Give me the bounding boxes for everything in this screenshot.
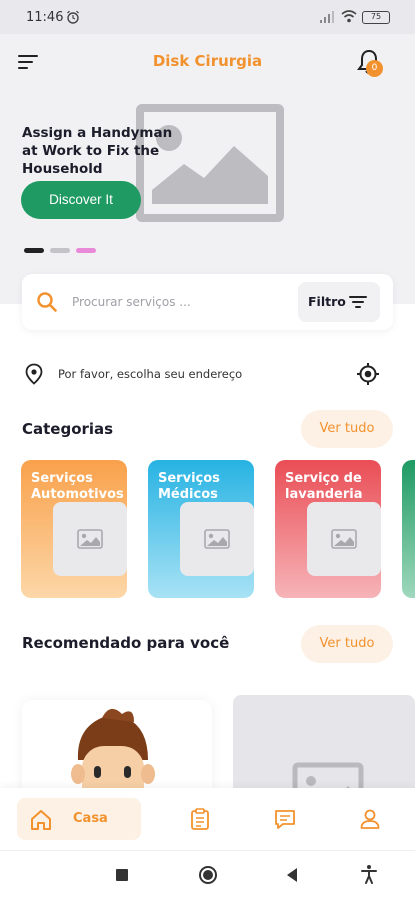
search-icon bbox=[37, 292, 57, 312]
category-label: Serviço de lavanderia bbox=[285, 471, 363, 502]
recents-icon[interactable] bbox=[116, 869, 128, 881]
app-title: Disk Cirurgia bbox=[152, 52, 263, 70]
battery-indicator: 75 bbox=[362, 11, 390, 24]
discover-button[interactable]: Discover It bbox=[21, 181, 141, 219]
profile-icon[interactable] bbox=[358, 807, 382, 831]
accessibility-icon[interactable] bbox=[359, 864, 379, 884]
status-time: 11:46 bbox=[26, 10, 64, 25]
category-image bbox=[307, 502, 381, 576]
banner-headline: Assign a Handyman at Work to Fix the Hou… bbox=[22, 125, 173, 177]
image-placeholder-icon bbox=[77, 529, 103, 549]
image-placeholder-icon bbox=[204, 529, 230, 549]
filter-label: Filtro bbox=[308, 294, 346, 309]
category-card-laundry[interactable]: Serviço de lavanderia bbox=[275, 460, 381, 598]
category-card-automotive[interactable]: Serviços Automotivos bbox=[21, 460, 127, 598]
location-pin-icon bbox=[25, 363, 43, 385]
image-placeholder-icon bbox=[331, 529, 357, 549]
category-image bbox=[53, 502, 127, 576]
carousel-dot bbox=[50, 248, 70, 253]
gps-target-icon[interactable] bbox=[356, 362, 380, 386]
category-label: Serviços Automotivos bbox=[31, 471, 124, 502]
carousel-dot bbox=[76, 248, 96, 253]
clipboard-icon[interactable] bbox=[188, 807, 212, 831]
categories-see-all-button[interactable]: Ver tudo bbox=[301, 410, 393, 448]
filter-icon bbox=[349, 296, 367, 308]
chat-icon[interactable] bbox=[273, 807, 297, 831]
home-icon bbox=[31, 810, 51, 830]
category-card-partial[interactable] bbox=[402, 460, 415, 598]
category-image bbox=[180, 502, 254, 576]
notification-badge: 0 bbox=[366, 60, 383, 77]
alarm-icon bbox=[67, 10, 79, 24]
signal-icon bbox=[320, 11, 334, 23]
search-input[interactable] bbox=[72, 292, 282, 312]
recommended-see-all-button[interactable]: Ver tudo bbox=[301, 625, 393, 663]
category-card-medical[interactable]: Serviços Médicos bbox=[148, 460, 254, 598]
categories-title: Categorias bbox=[22, 420, 114, 438]
wifi-icon bbox=[341, 10, 357, 23]
back-icon[interactable] bbox=[285, 867, 299, 883]
nav-home-label: Casa bbox=[73, 811, 108, 826]
category-label: Serviços Médicos bbox=[158, 471, 220, 502]
recommended-title: Recomendado para você bbox=[22, 634, 230, 652]
home-circle-icon[interactable] bbox=[198, 865, 218, 885]
address-prompt[interactable]: Por favor, escolha seu endereço bbox=[58, 367, 242, 381]
carousel-dot-active bbox=[24, 248, 44, 253]
